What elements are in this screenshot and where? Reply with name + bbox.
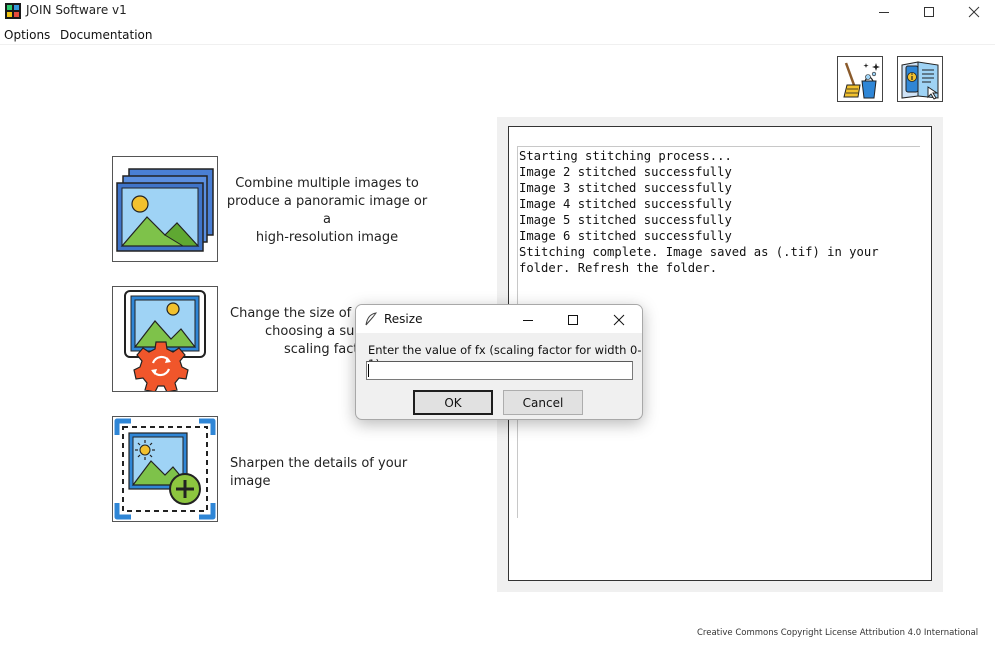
ok-button[interactable]: OK: [413, 390, 493, 415]
image-sharpen-plus-icon: [114, 418, 216, 520]
scaling-factor-input[interactable]: [366, 361, 633, 380]
log-divider: [517, 146, 920, 147]
image-resize-gear-icon: [124, 290, 206, 393]
menu-bar: Options Documentation: [0, 25, 995, 45]
stitch-description-line: Combine multiple images to: [235, 176, 419, 191]
window-title: JOIN Software v1: [26, 3, 127, 17]
minimize-button[interactable]: [861, 0, 907, 24]
image-stack-icon: [116, 168, 214, 252]
sharpen-description: Sharpen the details of your image: [230, 456, 408, 489]
sharpen-button[interactable]: [112, 416, 218, 522]
close-icon: [613, 314, 625, 326]
text-caret: [368, 364, 369, 377]
log-line: Image 6 stitched successfully: [519, 229, 732, 243]
log-line: Starting stitching process...: [519, 149, 732, 163]
close-button[interactable]: [951, 0, 995, 24]
info-document-icon: [901, 61, 939, 100]
log-line: Image 4 stitched successfully: [519, 197, 732, 211]
stitch-description: Combine multiple images to produce a pan…: [225, 175, 429, 247]
log-line: Image 3 stitched successfully: [519, 181, 732, 195]
dialog-minimize-button[interactable]: [506, 307, 550, 333]
maximize-button[interactable]: [906, 0, 952, 24]
dialog-title: Resize: [384, 312, 423, 326]
log-line: Image 5 stitched successfully: [519, 213, 732, 227]
minimize-icon: [523, 320, 533, 321]
dialog-title-bar: Resize: [356, 305, 642, 333]
menu-options[interactable]: Options: [4, 28, 50, 42]
manual-button[interactable]: [897, 56, 943, 102]
stitch-button[interactable]: [112, 156, 218, 262]
dialog-close-button[interactable]: [597, 307, 641, 333]
license-footer: Creative Commons Copyright License Attri…: [697, 628, 979, 638]
close-icon: [968, 6, 980, 18]
title-bar: JOIN Software v1: [0, 0, 995, 24]
log-output: Starting stitching process... Image 2 sti…: [519, 148, 879, 276]
broom-bucket-icon: [843, 62, 880, 99]
main-window: JOIN Software v1 Options Documentation C…: [0, 0, 995, 663]
stitch-description-line: produce a panoramic image or a: [226, 194, 428, 227]
stitch-description-line: high-resolution image: [255, 230, 399, 245]
resize-button[interactable]: [112, 286, 218, 393]
maximize-icon: [924, 7, 934, 17]
dialog-maximize-button[interactable]: [551, 307, 595, 333]
menu-documentation[interactable]: Documentation: [60, 28, 153, 42]
join-app-icon: [5, 3, 21, 19]
feather-icon: [365, 312, 378, 326]
resize-dialog: Resize Enter the value of fx (scaling fa…: [355, 304, 643, 420]
log-line: Stitching complete. Image saved as (.tif…: [519, 245, 879, 259]
clean-button[interactable]: [837, 56, 883, 102]
minimize-icon: [879, 12, 889, 13]
log-line: folder. Refresh the folder.: [519, 261, 718, 275]
maximize-icon: [568, 315, 578, 325]
cancel-button[interactable]: Cancel: [503, 390, 583, 415]
log-line: Image 2 stitched successfully: [519, 165, 732, 179]
